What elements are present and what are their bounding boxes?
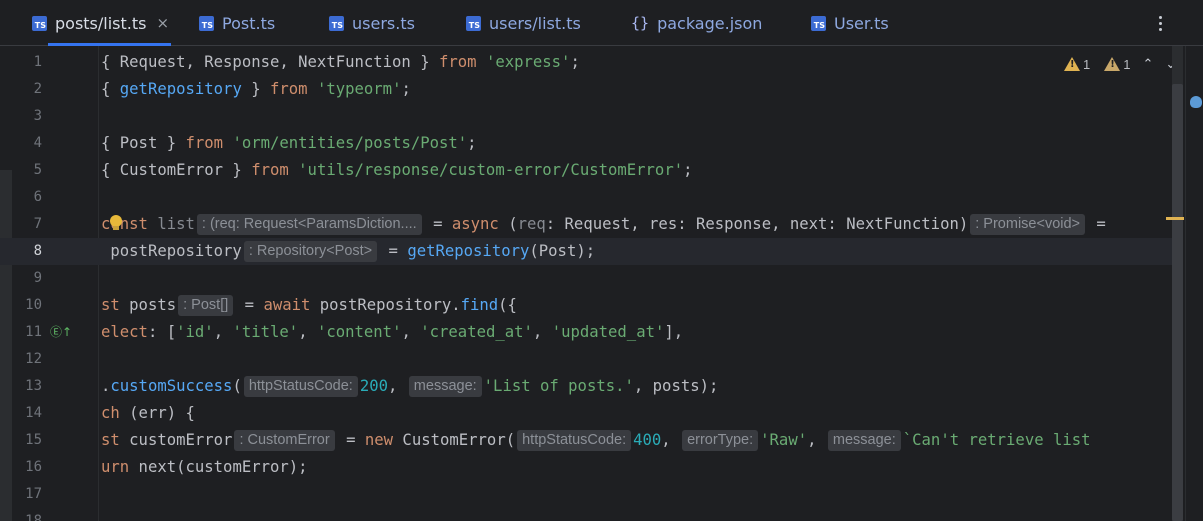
typescript-file-icon: TS — [466, 15, 481, 31]
line-number: 2 — [33, 81, 42, 97]
warning-icon — [1064, 57, 1080, 71]
line-number: 5 — [33, 162, 42, 178]
code-text: { Post } from 'orm/entities/posts/Post'; — [101, 134, 477, 152]
tab-user[interactable]: TS User.ts — [811, 0, 889, 46]
code-line: 3 — [0, 103, 1172, 130]
editor-tab-bar: TS posts/list.ts × TS Post.ts TS users.t… — [0, 0, 1203, 46]
line-number: 4 — [33, 135, 42, 151]
code-line: 7 const list: (req: Request<ParamsDictio… — [0, 211, 1172, 238]
code-line: 2 { getRepository } from 'typeorm'; — [0, 76, 1172, 103]
line-number: 6 — [33, 189, 42, 205]
implementation-gutter-icon[interactable]: Ⓔ↑ — [50, 324, 72, 340]
tab-label: posts/list.ts — [55, 13, 147, 33]
code-text: st posts: Post[] = await postRepository.… — [101, 295, 517, 316]
code-line: 5 { CustomError } from 'utils/response/c… — [0, 157, 1172, 184]
tab-users[interactable]: TS users.ts — [329, 0, 415, 46]
line-number: 3 — [33, 108, 42, 124]
code-line: 10 st posts: Post[] = await postReposito… — [0, 292, 1172, 319]
code-text: .customSuccess(httpStatusCode: 200, messa… — [101, 376, 719, 397]
line-number: 17 — [25, 486, 42, 502]
lightbulb-icon[interactable] — [110, 215, 122, 230]
line-number: 12 — [25, 351, 42, 367]
line-number: 7 — [33, 216, 42, 232]
code-line: 9 — [0, 265, 1172, 292]
tab-label: users.ts — [352, 13, 415, 33]
typescript-file-icon: TS — [32, 15, 47, 31]
code-editor[interactable]: 1 { Request, Response, NextFunction } fr… — [0, 46, 1203, 521]
line-number: 1 — [33, 54, 42, 70]
more-tabs-icon[interactable] — [1152, 10, 1168, 36]
code-text: { CustomError } from 'utils/response/cus… — [101, 161, 693, 179]
typescript-file-icon: TS — [199, 15, 214, 31]
line-number: 8 — [33, 243, 42, 259]
inlay-param-hint: httpStatusCode: — [243, 376, 358, 397]
code-text: { Request, Response, NextFunction } from… — [101, 53, 580, 71]
typescript-file-icon: TS — [329, 15, 344, 31]
close-icon[interactable]: × — [156, 14, 169, 32]
code-line: 17 — [0, 481, 1172, 508]
line-number: 16 — [25, 459, 42, 475]
inlay-param-hint: errorType: — [682, 430, 759, 451]
right-tool-strip — [1185, 46, 1203, 521]
line-number: 9 — [33, 270, 42, 286]
line-number: 13 — [25, 378, 42, 394]
weak-warning-icon — [1104, 57, 1121, 71]
inlay-param-hint: httpStatusCode: — [517, 430, 632, 451]
warning-marker[interactable] — [1166, 217, 1184, 220]
inlay-return-hint: : Promise<void> — [970, 214, 1086, 235]
tab-users-list[interactable]: TS users/list.ts — [466, 0, 581, 46]
tab-label: User.ts — [834, 13, 889, 33]
code-line: 1 { Request, Response, NextFunction } fr… — [0, 49, 1172, 76]
code-line: 16 urn next(customError); — [0, 454, 1172, 481]
vertical-scrollbar[interactable] — [1172, 84, 1183, 521]
code-line: 15 st customError: CustomError = new Cus… — [0, 427, 1172, 454]
code-text: ch (err) { — [101, 404, 195, 422]
code-text: urn next(customError); — [101, 458, 308, 476]
tab-label: package.json — [657, 13, 763, 33]
warning-count[interactable]: 1 — [1064, 57, 1090, 72]
weak-warning-count[interactable]: 1 — [1104, 57, 1130, 72]
line-number: 18 — [25, 513, 42, 521]
typescript-file-icon: TS — [811, 15, 826, 31]
inlay-type-hint: : Post[] — [178, 295, 234, 316]
inlay-param-hint: message: — [827, 430, 901, 451]
line-number: 10 — [25, 297, 42, 313]
inspection-widget[interactable]: 1 1 ⌃ ⌄ — [1064, 56, 1176, 72]
inlay-type-hint: : CustomError — [234, 430, 335, 451]
database-tool-icon[interactable] — [1190, 96, 1202, 108]
line-number: 14 — [25, 405, 42, 421]
tab-package-json[interactable]: {} package.json — [631, 0, 762, 46]
code-text: st customError: CustomError = new Custom… — [101, 430, 1091, 451]
code-line: 18 — [0, 508, 1172, 521]
inlay-param-hint: message: — [408, 376, 482, 397]
tab-label: users/list.ts — [489, 13, 581, 33]
code-text: postRepository: Repository<Post> = getRe… — [101, 241, 596, 262]
json-file-icon: {} — [631, 14, 650, 32]
code-line: 14 ch (err) { — [0, 400, 1172, 427]
line-number: 11 — [25, 324, 42, 340]
code-line: 4 { Post } from 'orm/entities/posts/Post… — [0, 130, 1172, 157]
inlay-type-hint: : Repository<Post> — [243, 241, 378, 262]
code-line: 6 — [0, 184, 1172, 211]
tab-label: Post.ts — [222, 13, 276, 33]
line-number: 15 — [25, 432, 42, 448]
code-line: 11 Ⓔ↑ elect: ['id', 'title', 'content', … — [0, 319, 1172, 346]
inlay-type-hint: : (req: Request<ParamsDiction.... — [196, 214, 422, 235]
tab-posts-list[interactable]: TS posts/list.ts × — [32, 0, 172, 46]
code-text: { getRepository } from 'typeorm'; — [101, 80, 411, 98]
code-line-current: 8 postRepository: Repository<Post> = get… — [0, 238, 1172, 265]
code-line: 13 .customSuccess(httpStatusCode: 200, me… — [0, 373, 1172, 400]
code-text: const list: (req: Request<ParamsDiction.… — [101, 214, 1106, 235]
code-line: 12 — [0, 346, 1172, 373]
code-text: elect: ['id', 'title', 'content', 'creat… — [101, 323, 684, 341]
tab-post[interactable]: TS Post.ts — [199, 0, 275, 46]
chevron-up-icon[interactable]: ⌃ — [1142, 56, 1153, 72]
